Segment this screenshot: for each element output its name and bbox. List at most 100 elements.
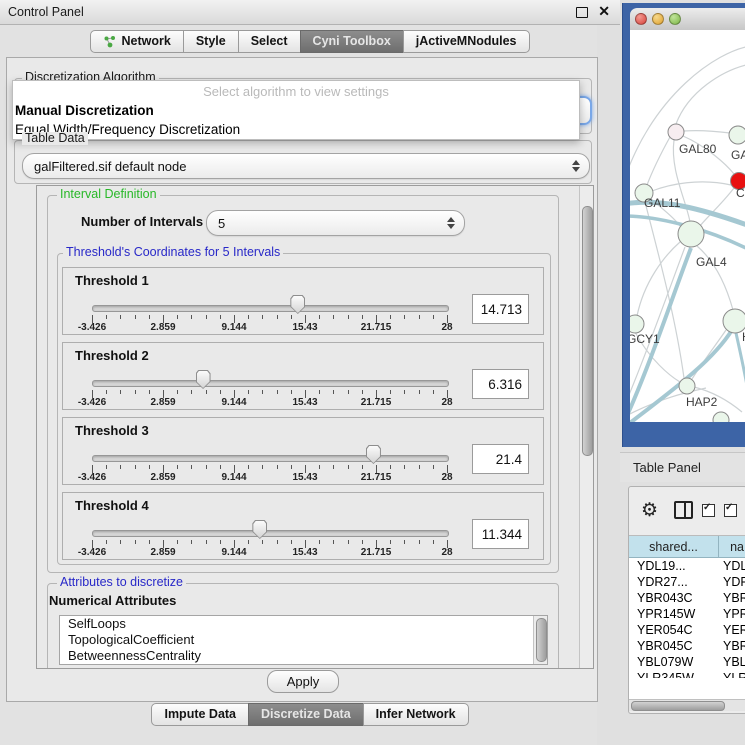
tick-mark xyxy=(177,390,178,394)
tick-mark xyxy=(248,540,249,544)
algorithm-option[interactable]: Manual Discretization xyxy=(13,101,579,120)
threshold-value-field[interactable]: 6.316 xyxy=(472,369,529,399)
gear-icon[interactable]: ⚙ xyxy=(641,501,658,520)
threshold-slider[interactable] xyxy=(92,305,449,312)
slider-thumb-icon[interactable] xyxy=(366,445,381,464)
tick-mark xyxy=(277,390,278,394)
attribute-list-item[interactable]: BetweennessCentrality xyxy=(60,648,547,664)
bottom-tab-discretize-data[interactable]: Discretize Data xyxy=(248,703,364,726)
zoom-traffic-light-icon[interactable] xyxy=(669,13,681,25)
table-hscrollbar-thumb[interactable] xyxy=(631,701,725,711)
tick-label: 2.859 xyxy=(150,397,175,408)
attributes-scrollbar[interactable] xyxy=(533,616,547,664)
tick-mark xyxy=(419,315,420,319)
table-cell: YBR0 xyxy=(719,590,745,606)
number-of-intervals-combo[interactable]: 5 xyxy=(206,210,465,236)
tick-mark xyxy=(291,465,292,469)
tab-select[interactable]: Select xyxy=(238,30,301,53)
tick-mark xyxy=(149,540,150,544)
table-hscrollbar[interactable] xyxy=(629,699,745,711)
network-edge[interactable] xyxy=(684,131,730,133)
tick-mark xyxy=(362,540,363,544)
table-cell: YBR043C xyxy=(629,590,719,606)
network-edge[interactable] xyxy=(652,182,731,191)
float-window-icon[interactable] xyxy=(576,7,588,18)
table-cell: YPR145W xyxy=(629,606,719,622)
attributes-scrollbar-thumb[interactable] xyxy=(536,618,547,662)
slider-thumb-icon[interactable] xyxy=(196,370,211,389)
tick-mark xyxy=(348,465,349,469)
threshold-slider[interactable] xyxy=(92,380,449,387)
algorithm-option[interactable]: Equal Width/Frequency Discretization xyxy=(13,120,579,139)
settings-scrollbar[interactable] xyxy=(579,186,593,668)
tick-mark xyxy=(191,540,192,544)
tick-mark xyxy=(262,540,263,544)
network-node[interactable] xyxy=(678,221,704,247)
table-row[interactable]: YBL079WYBL0 xyxy=(629,654,745,670)
network-edge[interactable] xyxy=(647,137,670,185)
threshold-value-field[interactable]: 11.344 xyxy=(472,519,529,549)
tick-mark xyxy=(191,465,192,469)
attribute-list-item[interactable]: SelfLoops xyxy=(60,616,547,632)
tab-style[interactable]: Style xyxy=(183,30,239,53)
threshold-label: Threshold 2 xyxy=(75,348,149,363)
attribute-list-item[interactable]: TopologicalCoefficient xyxy=(60,632,547,648)
apply-button[interactable]: Apply xyxy=(267,670,339,693)
network-node[interactable] xyxy=(630,315,644,333)
tick-label: 9.144 xyxy=(221,472,246,483)
slider-tick-labels: -3.4262.8599.14415.4321.71528 xyxy=(92,547,447,559)
threshold-slider[interactable] xyxy=(92,530,449,537)
slider-thumb-icon[interactable] xyxy=(252,520,267,539)
network-canvas[interactable]: GAL80GACGAL11GAL4GCY1HHAP2 xyxy=(630,30,745,422)
checkbox-icon[interactable] xyxy=(724,504,737,517)
network-node-label: GAL11 xyxy=(644,196,681,210)
threshold-row: Threshold 1-3.4262.8599.14415.4321.71528… xyxy=(62,267,544,335)
table-row[interactable]: YER054CYER0 xyxy=(629,622,745,638)
tick-label: 2.859 xyxy=(150,322,175,333)
algorithm-popup-hint: Select algorithm to view settings xyxy=(13,81,579,101)
threshold-label: Threshold 4 xyxy=(75,498,149,513)
tick-label: -3.426 xyxy=(78,397,106,408)
table-row[interactable]: YDL19...YDL1 xyxy=(629,558,745,574)
threshold-value-field[interactable]: 14.713 xyxy=(472,294,529,324)
threshold-value-field[interactable]: 21.4 xyxy=(472,444,529,474)
bottom-tab-impute-data[interactable]: Impute Data xyxy=(151,703,249,726)
tab-network[interactable]: Network xyxy=(90,30,183,53)
tab-jactivemnodules[interactable]: jActiveMNodules xyxy=(403,30,530,53)
tick-mark xyxy=(362,465,363,469)
table-panel-toolbar: ⚙ xyxy=(629,487,745,533)
close-icon[interactable]: ✕ xyxy=(598,3,610,20)
close-traffic-light-icon[interactable] xyxy=(635,13,647,25)
bottom-tab-infer-network[interactable]: Infer Network xyxy=(363,703,469,726)
tick-mark xyxy=(177,315,178,319)
network-edge[interactable] xyxy=(676,64,745,124)
table-row[interactable]: YBR043CYBR0 xyxy=(629,590,745,606)
network-node[interactable] xyxy=(729,126,745,144)
table-column-header[interactable]: shared... xyxy=(629,536,719,558)
table-row[interactable]: YDR27...YDR2 xyxy=(629,574,745,590)
table-data-combo[interactable]: galFiltered.sif default node xyxy=(22,153,590,179)
slider-thumb-icon[interactable] xyxy=(290,295,305,314)
table-column-header[interactable]: na xyxy=(719,536,745,558)
network-node-label: GA xyxy=(731,148,745,162)
tab-cyni-toolbox[interactable]: Cyni Toolbox xyxy=(300,30,404,53)
network-graph[interactable]: GAL80GACGAL11GAL4GCY1HHAP2 xyxy=(630,30,745,422)
network-edge[interactable] xyxy=(630,46,745,180)
checkbox-icon[interactable] xyxy=(702,504,715,517)
network-node-label: HAP2 xyxy=(686,395,718,409)
table-row[interactable]: YPR145WYPR1 xyxy=(629,606,745,622)
table-cell: YDR2 xyxy=(719,574,745,590)
settings-scrollbar-thumb[interactable] xyxy=(582,206,593,456)
tick-mark xyxy=(106,465,107,469)
tab-label: Infer Network xyxy=(376,704,456,725)
columns-icon[interactable] xyxy=(674,501,693,519)
network-node[interactable] xyxy=(713,412,729,422)
network-node[interactable] xyxy=(668,124,684,140)
threshold-slider[interactable] xyxy=(92,455,449,462)
network-node[interactable] xyxy=(679,378,695,394)
table-row[interactable]: YBR045CYBR0 xyxy=(629,638,745,654)
table-cell: YBR0 xyxy=(719,638,745,654)
numerical-attributes-list[interactable]: SelfLoopsTopologicalCoefficientBetweenne… xyxy=(59,615,548,665)
minimize-traffic-light-icon[interactable] xyxy=(652,13,664,25)
table-row[interactable]: YLR345WYLR3 xyxy=(629,670,745,678)
